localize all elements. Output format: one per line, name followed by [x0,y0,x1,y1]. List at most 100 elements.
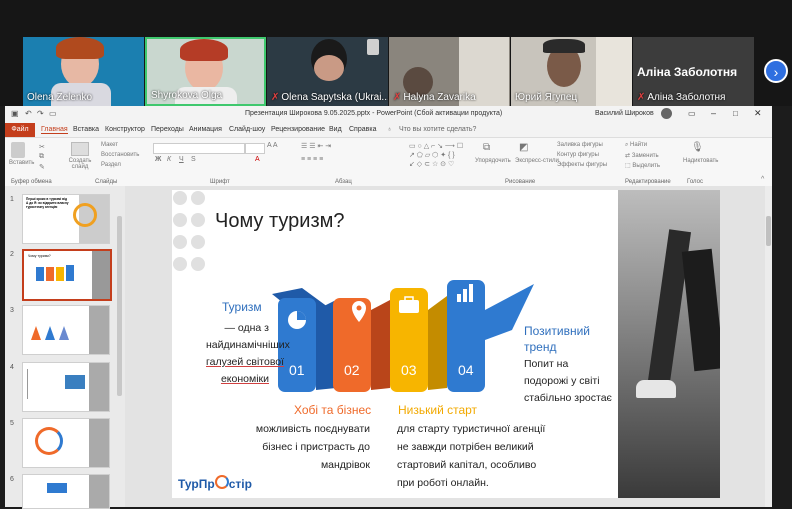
tab-transitions[interactable]: Переходы [151,126,184,133]
tell-me-search[interactable]: Что вы хотите сделать? [399,126,476,133]
new-slide-button[interactable]: Создать слайд [67,158,93,170]
align-icon[interactable]: ≡ ≡ ≡ ≡ [301,156,323,163]
group-paragraph: Абзац [335,179,352,185]
ribbon-display-icon[interactable]: ▭ [688,109,696,118]
redo-icon[interactable]: ↷ [37,109,44,118]
close-icon[interactable]: ✕ [754,108,762,119]
tab-help[interactable]: Справка [349,126,376,133]
slide-thumbnail[interactable] [22,474,110,509]
avatar[interactable] [661,108,672,119]
slide-thumbnail[interactable]: Перші кроки в туризмі від А до Я: як від… [22,194,110,244]
shape-effects-button[interactable]: Эффекты фигуры [557,162,607,168]
select-button[interactable]: ⬚ Выделить [625,162,660,169]
slide-thumbnail-selected[interactable]: Чому туризм? [22,249,112,301]
save-icon[interactable]: ▣ [11,109,19,118]
turprostir-logo: ТурПр стір [175,473,255,493]
bold-icon[interactable]: Ж [155,156,161,163]
quick-styles-button[interactable]: Экспресс-стили [515,158,559,164]
maximize-icon[interactable]: □ [733,109,738,118]
slide-canvas[interactable]: Чому туризм? 01 02 03 04 Туризм — одна з… [172,190,720,498]
underline-icon[interactable]: Ч [179,156,184,163]
tab-view[interactable]: Вид [329,126,342,133]
briefcase-icon [399,300,419,313]
block4-text: Попит на подорожі у світі стабільно зрос… [524,358,612,404]
participant-tile[interactable]: ✗ Olena Sapytska (Ukrai... [267,37,388,106]
step-number: 01 [289,362,305,378]
block2-text: можливість поєднувати бізнес і пристраст… [255,423,370,471]
present-icon[interactable]: ▭ [49,109,57,118]
slide-title: Чому туризм? [215,210,345,232]
dictate-button[interactable]: Надиктовать [683,158,718,164]
font-size-box[interactable] [245,143,265,154]
font-name-box[interactable] [153,143,245,154]
group-clipboard: Буфер обмена [11,179,52,185]
tab-animation[interactable]: Анимация [189,126,222,133]
replace-button[interactable]: ⇄ Заменить [625,152,659,159]
paste-button[interactable]: Вставить [9,160,34,166]
mic-muted-icon: ✗ [271,92,280,103]
section-button[interactable]: Раздел [101,162,121,168]
slide-thumbnail[interactable] [22,305,110,355]
step-number: 03 [401,362,417,378]
slide-thumbnails-pane: 1 Перші кроки в туризмі від А до Я: як в… [5,186,125,509]
tab-home[interactable]: Главная [41,126,68,134]
strikethrough-icon[interactable]: S [191,156,196,163]
group-slides: Слайды [95,179,118,185]
slide-thumbnail[interactable] [22,418,110,468]
mic-muted-icon: ✗ [637,92,646,103]
lightbulb-icon: ♁ [387,126,393,133]
participant-tile[interactable]: ✗ Halyna Zavarika [389,37,510,106]
participant-tile[interactable]: Юрий Ягупец [511,37,632,106]
font-grow-icon[interactable]: A A [267,142,278,149]
participant-tile-active[interactable]: Shyrokova Olga [145,37,266,106]
slide-scrollbar[interactable] [765,186,772,507]
font-color-icon[interactable]: A [255,156,260,163]
group-voice: Голос [687,179,703,185]
collapse-ribbon-icon[interactable]: ^ [761,176,764,183]
cut-icon[interactable]: ✂ [39,143,45,151]
undo-icon[interactable]: ↶ [25,109,32,118]
reset-button[interactable]: Восстановить [101,152,139,158]
slide-number: 1 [10,196,14,203]
tab-slideshow[interactable]: Слайд-шоу [229,126,265,133]
chevron-right-icon: › [773,64,779,80]
format-painter-icon[interactable]: ✎ [39,163,45,171]
arrange-icon[interactable]: ⧉ [483,142,490,153]
slide-number: 2 [10,251,14,258]
new-slide-icon[interactable] [71,142,89,156]
mic-muted-icon: ✗ [393,92,402,103]
next-page-button[interactable]: › [764,59,788,83]
quick-styles-icon[interactable]: ◩ [519,142,528,153]
microphone-icon[interactable]: 🎙 [691,142,704,153]
decorative-dots [173,191,205,271]
shapes-gallery[interactable]: ▭ ○ △ ⌐ ↘ ⟶ ☐ ↗ ⬠ ▱ ⬡ ✦ { } ↙ ◇ ⊂ ☆ ⊙ ♡ [409,142,475,170]
tab-insert[interactable]: Вставка [73,126,99,133]
replace-icon: ⇄ [625,153,632,159]
italic-icon[interactable]: К [167,156,171,163]
participant-name: Юрий Ягупец [515,92,578,103]
bullets-icon[interactable]: ☰ ☰ ⇤ ⇥ [301,142,331,150]
arrange-button[interactable]: Упорядочить [475,158,511,164]
slide-thumbnail[interactable] [22,362,110,412]
featured-participant-name: Аліна Заболотня [637,65,738,79]
scrollbar-thumb[interactable] [766,216,771,246]
shape-fill-button[interactable]: Заливка фигуры [557,142,603,148]
minimize-icon[interactable]: – [711,108,716,118]
thumbnails-scrollbar[interactable] [117,216,122,396]
participant-tile[interactable]: Olena Zelenko [23,37,144,106]
group-drawing: Рисование [505,179,536,185]
tab-review[interactable]: Рецензирование [271,126,325,133]
paste-icon[interactable] [11,142,25,158]
layout-button[interactable]: Макет [101,142,118,148]
step-number: 02 [344,362,360,378]
copy-icon[interactable]: ⧉ [39,153,44,161]
shape-outline-button[interactable]: Контур фигуры [557,152,599,158]
user-name: Василий Широков [595,110,654,117]
participant-tile[interactable]: Аліна Заболотня ✗ Аліна Заболотня [633,37,754,106]
tab-file[interactable]: Файл [5,123,35,137]
video-strip: Olena Zelenko Shyrokova Olga ✗ Olena Sapy… [0,0,792,106]
group-editing: Редактирование [625,179,671,185]
find-button[interactable]: ⌕ Найти [625,142,647,149]
tab-design[interactable]: Конструктор [105,126,145,133]
powerpoint-window: ▣ ↶ ↷ ▭ Презентация Широкова 9.05.2025.p… [5,106,772,509]
